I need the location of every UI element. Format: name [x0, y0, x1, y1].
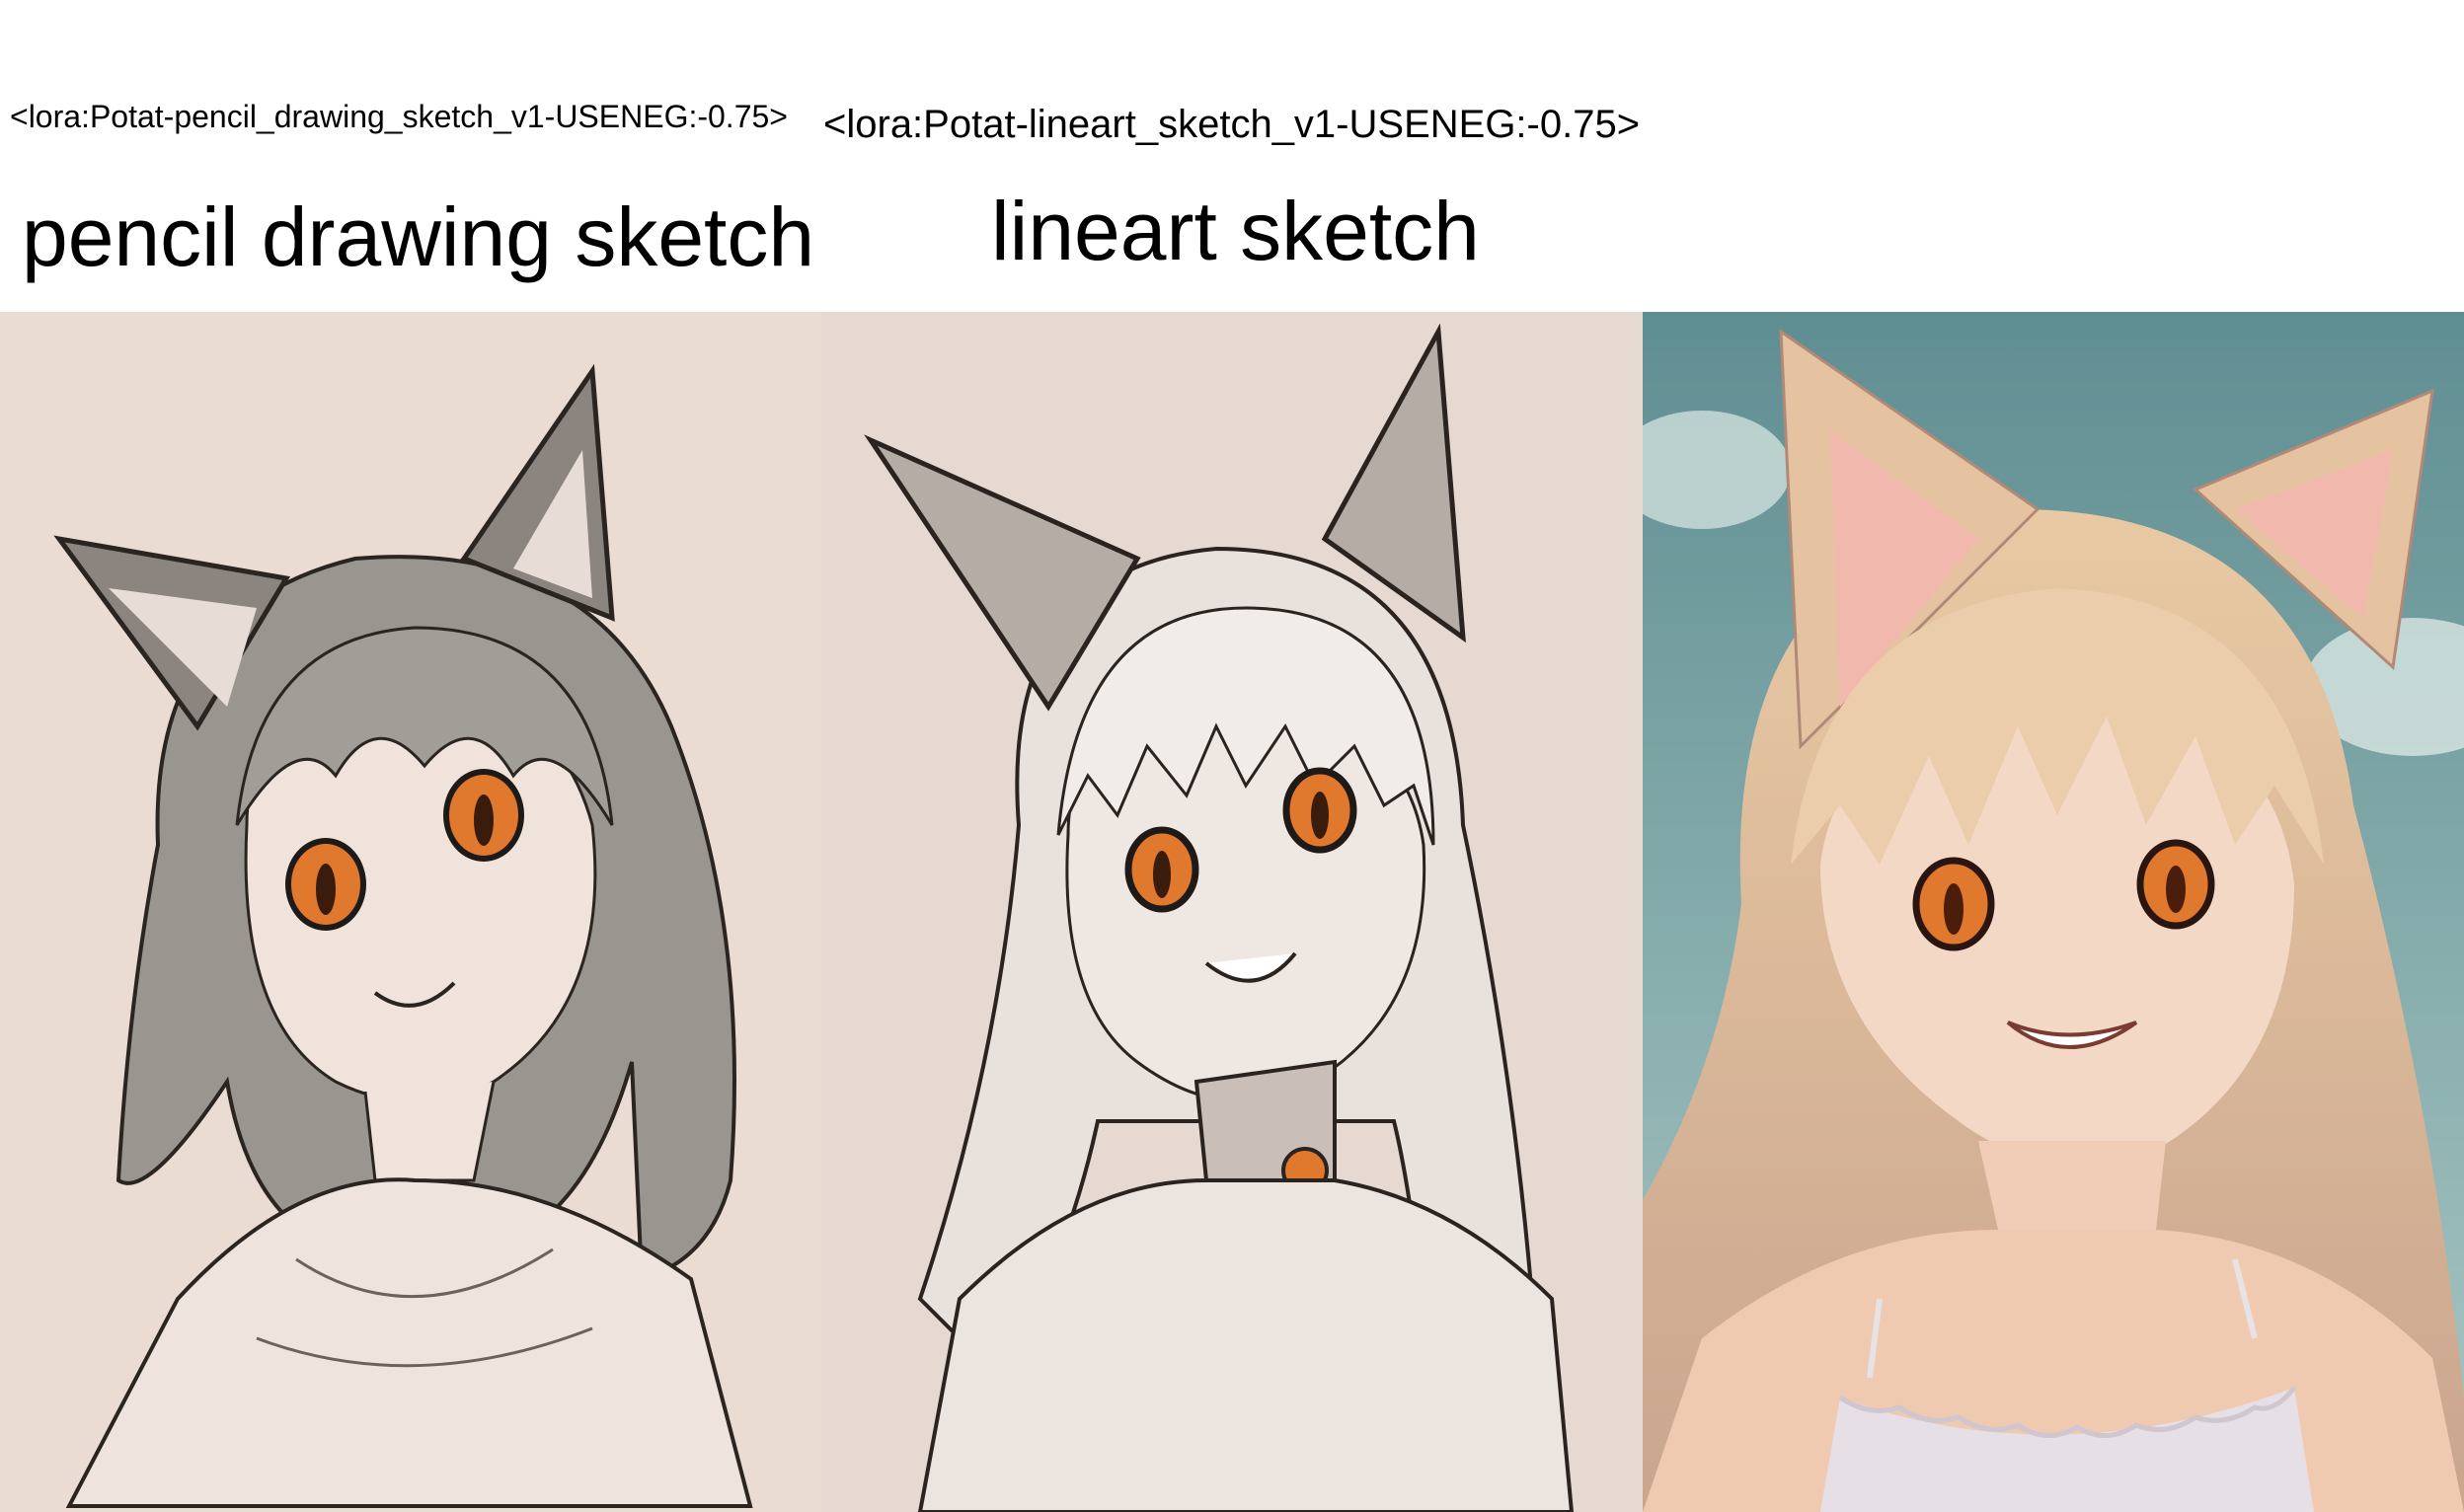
- lora-tag-lineart: <lora:Potat-lineart_sketch_v1-USENEG:-0.…: [823, 103, 1641, 146]
- column-title-pencil: pencil drawing sketch: [22, 190, 815, 283]
- lineart-sketch-illustration: [821, 312, 1643, 1512]
- color-reference-image: [1643, 312, 2464, 1512]
- column-title-lineart: lineart sketch: [991, 185, 1480, 277]
- pencil-sketch-image: [0, 312, 821, 1512]
- header: <lora:Potat-pencil_drawing_sketch_v1-USE…: [0, 0, 2464, 311]
- pencil-sketch-illustration: [0, 312, 821, 1512]
- color-reference-illustration: [1643, 312, 2464, 1512]
- lora-tag-pencil: <lora:Potat-pencil_drawing_sketch_v1-USE…: [10, 99, 788, 134]
- lineart-sketch-image: [821, 312, 1643, 1512]
